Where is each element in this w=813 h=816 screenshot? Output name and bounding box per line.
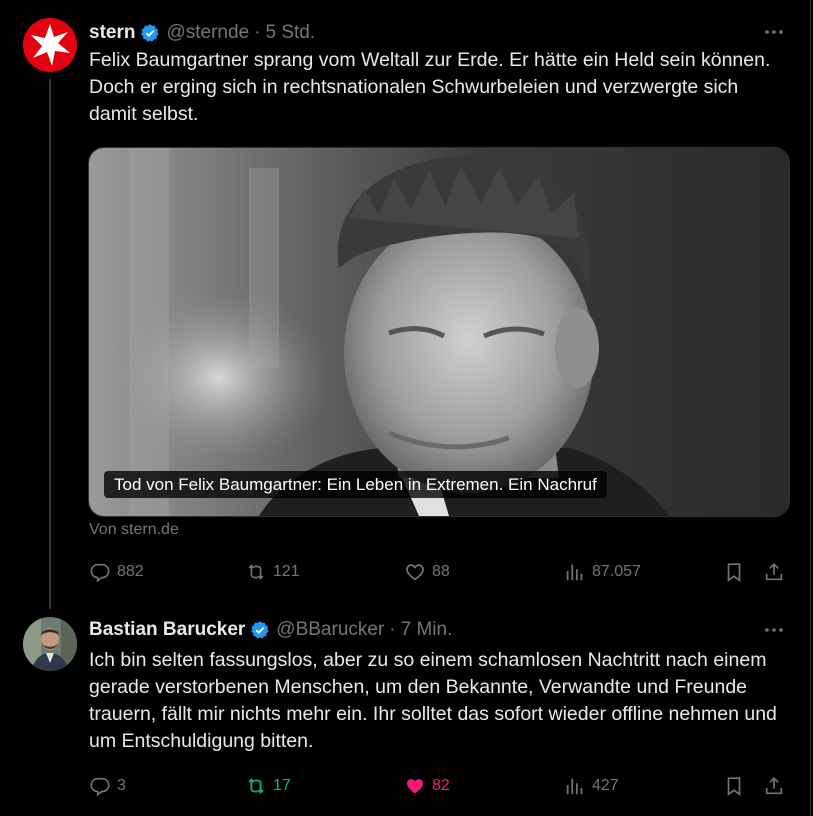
like-count: 82	[432, 777, 450, 794]
repost-button[interactable]: 121	[245, 560, 300, 584]
heart-filled-icon	[406, 779, 424, 794]
repost-button[interactable]: 17	[245, 774, 291, 798]
views-count: 87.057	[592, 563, 641, 580]
repost-count: 17	[273, 777, 291, 794]
repost-icon	[248, 564, 264, 580]
timestamp[interactable]: 7 Min.	[401, 619, 453, 641]
barucker-avatar[interactable]	[23, 617, 77, 671]
bookmark-icon	[727, 563, 741, 582]
card-title: Tod von Felix Baumgartner: Ein Leben in …	[104, 471, 607, 498]
views-button[interactable]: 427	[564, 774, 619, 798]
more-options-icon[interactable]	[763, 620, 785, 640]
reply-button[interactable]: 3	[89, 774, 126, 798]
card-source[interactable]: Von stern.de	[89, 521, 179, 539]
share-icon	[765, 563, 783, 581]
views-icon	[566, 564, 583, 581]
bookmark-button[interactable]	[723, 560, 745, 584]
bookmark-button[interactable]	[723, 774, 745, 798]
reply-count: 3	[117, 777, 126, 794]
tweet-header: Bastian Barucker @BBarucker · 7 Min.	[89, 618, 452, 642]
stern-avatar[interactable]	[23, 18, 77, 72]
dot-separator: ·	[389, 619, 396, 640]
views-icon	[566, 778, 583, 795]
repost-icon	[248, 778, 264, 794]
heart-icon	[406, 564, 424, 581]
verified-badge-icon	[251, 621, 269, 639]
article-photo	[89, 148, 789, 516]
like-button[interactable]: 88	[404, 560, 450, 584]
repost-count: 121	[273, 563, 300, 580]
share-icon	[765, 777, 783, 795]
thread-line	[49, 79, 51, 609]
author-handle[interactable]: @BBarucker	[276, 619, 384, 641]
tweet-text: Felix Baumgartner sprang vom Weltall zur…	[89, 49, 771, 125]
tweet-header: stern @sternde · 5 Std.	[89, 21, 315, 45]
action-bar: 3 17 82 427	[89, 774, 789, 798]
bookmark-icon	[727, 777, 741, 796]
views-button[interactable]: 87.057	[564, 560, 641, 584]
like-button[interactable]: 82	[404, 774, 450, 798]
more-options-icon[interactable]	[763, 22, 785, 42]
share-button[interactable]	[763, 774, 785, 798]
share-button[interactable]	[763, 560, 785, 584]
verified-badge-icon	[141, 24, 159, 42]
author-name[interactable]: Bastian Barucker	[89, 619, 245, 641]
tweet-stern[interactable]: stern @sternde · 5 Std. Felix Baumgartne…	[0, 0, 811, 610]
stern-logo-icon	[23, 18, 77, 72]
tweet-barucker[interactable]: Bastian Barucker @BBarucker · 7 Min. Ich…	[0, 610, 811, 816]
timeline-column: stern @sternde · 5 Std. Felix Baumgartne…	[0, 0, 811, 816]
author-handle[interactable]: @sternde	[166, 22, 249, 44]
dot-separator: ·	[254, 22, 261, 43]
reply-icon	[90, 563, 110, 583]
reply-button[interactable]: 882	[89, 560, 144, 584]
like-count: 88	[432, 563, 450, 580]
reply-icon	[90, 777, 110, 797]
author-name[interactable]: stern	[89, 22, 135, 44]
timestamp[interactable]: 5 Std.	[265, 22, 315, 44]
link-card[interactable]: Tod von Felix Baumgartner: Ein Leben in …	[88, 147, 790, 517]
reply-count: 882	[117, 563, 144, 580]
tweet-text: Ich bin selten fassungslos, aber zu so e…	[89, 649, 777, 752]
profile-photo	[23, 617, 77, 671]
views-count: 427	[592, 777, 619, 794]
action-bar: 882 121 88 87.057	[89, 560, 789, 584]
